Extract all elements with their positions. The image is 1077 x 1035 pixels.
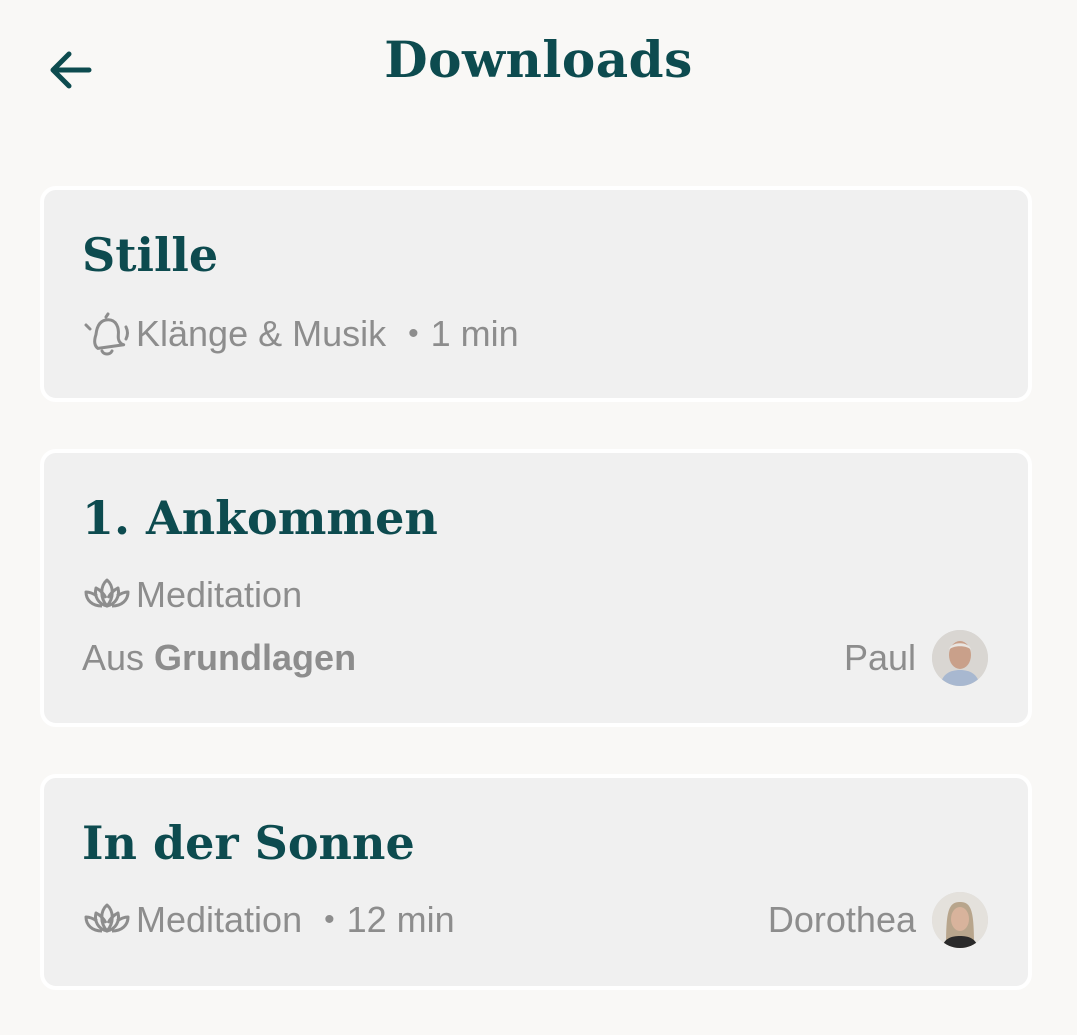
separator-dot: •: [324, 903, 335, 936]
teacher-avatar: [932, 630, 988, 686]
item-meta: Meditation: [80, 567, 302, 623]
item-title: In der Sonne: [82, 816, 415, 870]
item-duration: 12 min: [346, 899, 455, 940]
item-title: Stille: [82, 228, 219, 282]
item-source: Aus Grundlagen: [82, 630, 356, 686]
item-category: Meditation: [136, 899, 303, 940]
download-item-stille[interactable]: Stille Klänge & Musik • 1 min: [40, 186, 1032, 402]
download-item-ankommen[interactable]: 1. Ankommen Meditation Aus Grundlagen Pa…: [40, 449, 1032, 727]
teacher-name: Paul: [843, 637, 916, 678]
item-meta: Klänge & Musik • 1 min: [80, 306, 519, 362]
separator-dot: •: [408, 317, 419, 350]
item-category: Klänge & Musik: [136, 313, 387, 354]
item-meta: Meditation • 12 min: [80, 892, 455, 948]
download-item-in-der-sonne[interactable]: In der Sonne Meditation • 12 min Dorothe…: [40, 774, 1032, 990]
item-teacher: Dorothea: [768, 890, 988, 950]
item-duration: 1 min: [430, 313, 519, 354]
source-prefix: Aus: [82, 637, 145, 678]
item-category: Meditation: [136, 574, 303, 615]
item-teacher: Paul: [844, 628, 988, 688]
lotus-icon: [80, 567, 136, 623]
lotus-icon: [80, 892, 136, 948]
item-title: 1. Ankommen: [82, 491, 438, 545]
app-header: Downloads: [0, 0, 1077, 130]
teacher-avatar: [932, 892, 988, 948]
page-title: Downloads: [384, 30, 693, 89]
teacher-name: Dorothea: [767, 899, 916, 940]
bell-icon: [80, 306, 136, 362]
source-course: Grundlagen: [154, 637, 357, 678]
